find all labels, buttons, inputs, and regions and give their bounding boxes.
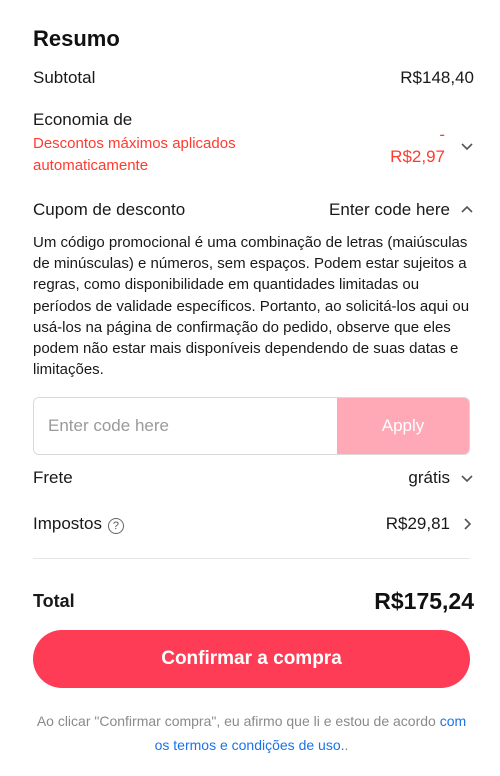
chevron-right-icon <box>460 517 474 531</box>
terms-text: Ao clicar "Confirmar compra", eu afirmo … <box>36 713 440 729</box>
economia-subtitle: Descontos máximos aplicados automaticame… <box>33 135 236 174</box>
shipping-toggle[interactable]: grátis <box>408 468 474 488</box>
divider <box>33 558 470 559</box>
chevron-up-icon <box>460 203 474 217</box>
subtotal-value: R$148,40 <box>400 68 474 87</box>
shipping-label: Frete <box>33 468 73 487</box>
confirm-purchase-button[interactable]: Confirmar a compra <box>33 630 470 688</box>
subtotal-row: Subtotal R$148,40 <box>33 68 474 88</box>
question-circle-icon[interactable]: ? <box>107 518 124 534</box>
economia-sign: - <box>439 125 445 144</box>
coupon-code-input[interactable] <box>34 398 337 454</box>
chevron-down-icon[interactable] <box>460 139 474 153</box>
coupon-label: Cupom de desconto <box>33 200 186 219</box>
shipping-value: grátis <box>408 468 450 487</box>
order-summary-panel: Resumo Subtotal R$148,40 Economia de Des… <box>0 0 500 776</box>
economia-label: Economia de <box>33 110 133 129</box>
taxes-value: R$29,81 <box>385 514 450 533</box>
subtotal-label: Subtotal <box>33 68 96 87</box>
coupon-description: Um código promocional é uma combinação d… <box>33 234 470 379</box>
taxes-row[interactable]: Impostos? R$29,81 <box>33 514 474 534</box>
coupon-code-box: Apply <box>33 397 470 455</box>
economia-amount: R$2,97 <box>390 147 445 166</box>
total-value: R$175,24 <box>374 588 474 614</box>
coupon-toggle[interactable]: Enter code here <box>329 200 474 220</box>
total-label: Total <box>33 591 75 611</box>
coupon-value: Enter code here <box>329 200 450 219</box>
taxes-toggle[interactable]: R$29,81 <box>386 514 474 534</box>
apply-button[interactable]: Apply <box>337 398 469 454</box>
taxes-label-group: Impostos? <box>33 514 124 534</box>
terms-notice: Ao clicar "Confirmar compra", eu afirmo … <box>33 709 470 757</box>
shipping-row[interactable]: Frete grátis <box>33 468 474 488</box>
chevron-down-icon <box>460 471 474 485</box>
coupon-row[interactable]: Cupom de desconto Enter code here <box>33 200 474 220</box>
terms-end: . <box>344 737 349 753</box>
economia-value: - R$2,97 <box>390 124 445 168</box>
total-row: Total R$175,24 <box>33 588 474 615</box>
summary-title: Resumo <box>33 26 120 51</box>
taxes-label: Impostos <box>33 514 102 533</box>
